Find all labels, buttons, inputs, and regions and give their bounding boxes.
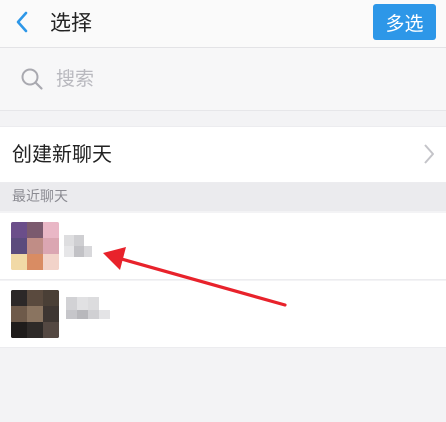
search-bar[interactable]: 搜索 — [0, 48, 446, 111]
page-title: 选择 — [50, 11, 92, 35]
recent-chat-item[interactable] — [0, 281, 446, 348]
chevron-left-icon — [16, 11, 28, 33]
chevron-right-icon — [424, 144, 434, 164]
recent-chats-label: 最近聊天 — [12, 189, 68, 205]
avatar — [11, 290, 59, 338]
back-button[interactable] — [8, 8, 36, 36]
search-input[interactable]: 搜索 — [56, 67, 94, 91]
search-icon — [21, 68, 43, 90]
create-new-chat-item[interactable]: 创建新聊天 — [0, 126, 446, 183]
recent-chat-item[interactable] — [0, 213, 446, 280]
top-bar: 选择 多选 — [0, 0, 446, 48]
create-new-chat-label: 创建新聊天 — [12, 142, 112, 166]
contact-name-blurred — [64, 235, 92, 257]
multi-select-button[interactable]: 多选 — [373, 4, 436, 40]
contact-name-blurred — [66, 297, 110, 319]
avatar — [11, 222, 59, 270]
empty-area — [0, 349, 446, 422]
recent-chats-header: 最近聊天 — [0, 183, 446, 211]
